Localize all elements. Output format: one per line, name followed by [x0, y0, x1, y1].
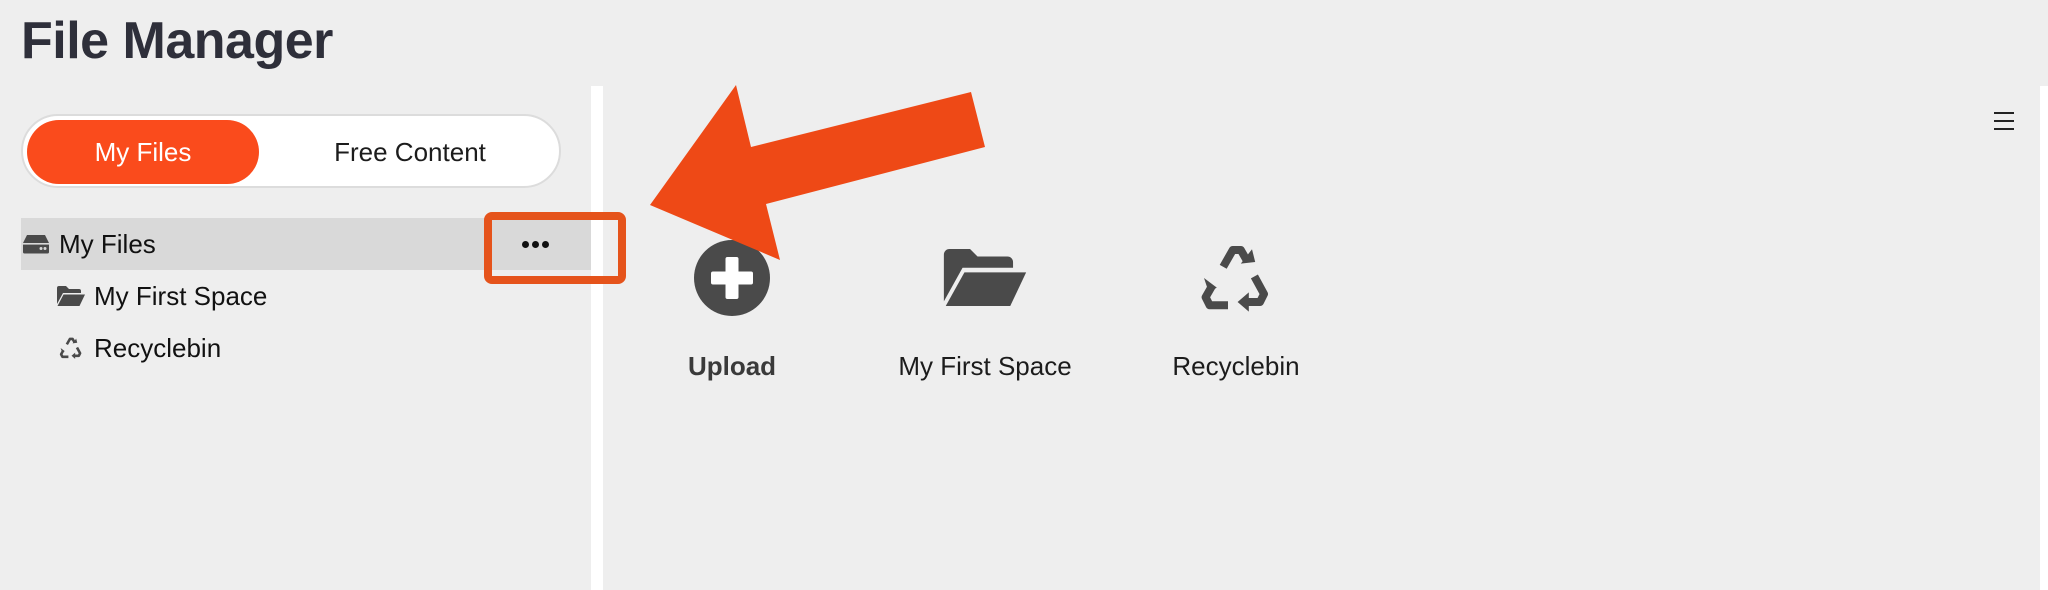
recycle-icon	[56, 335, 86, 361]
view-toggle: My Files Free Content	[21, 114, 561, 188]
right-edge	[2040, 86, 2048, 590]
recyclebin-tile[interactable]: Recyclebin	[1126, 235, 1346, 395]
tree-item-my-first-space[interactable]: My First Space	[56, 270, 591, 322]
drive-icon	[21, 231, 51, 257]
more-options-button[interactable]	[485, 218, 585, 270]
folder-open-icon	[56, 283, 86, 309]
tree-item-recyclebin[interactable]: Recyclebin	[56, 322, 591, 374]
recyclebin-label: Recyclebin	[1172, 351, 1300, 381]
panel-divider[interactable]	[591, 86, 603, 590]
more-horizontal-icon	[521, 240, 549, 248]
page-title: File Manager	[21, 12, 333, 70]
my-first-space-label: My First Space	[898, 351, 1072, 381]
free-content-tab[interactable]: Free Content	[263, 120, 557, 184]
upload-tile[interactable]: Upload	[622, 235, 842, 395]
hamburger-menu-icon[interactable]	[1994, 112, 2014, 130]
my-first-space-tile[interactable]: My First Space	[875, 235, 1095, 395]
upload-label: Upload	[687, 351, 777, 381]
tree-item-label: Recyclebin	[94, 332, 222, 363]
folder-open-icon	[942, 235, 1028, 321]
my-files-tab[interactable]: My Files	[27, 120, 259, 184]
tree-item-label: My Files	[59, 228, 156, 259]
tree-item-label: My First Space	[94, 280, 268, 311]
plus-circle-icon	[689, 235, 775, 321]
recycle-icon	[1193, 235, 1279, 321]
